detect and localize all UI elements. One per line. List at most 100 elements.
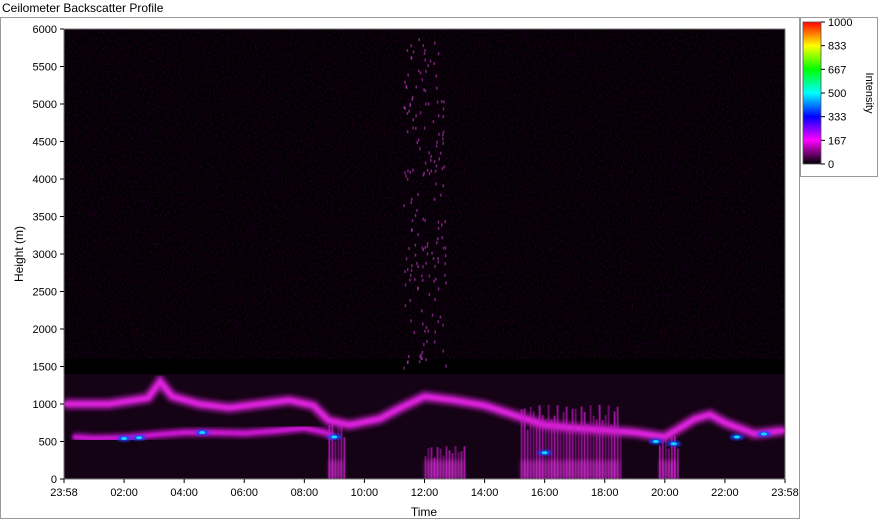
noise-speckle (444, 262, 446, 266)
x-tick-label: 14:00 (471, 487, 499, 499)
noise-speckle (435, 164, 438, 168)
noise-speckle (445, 364, 447, 368)
high-intensity-core (652, 440, 659, 443)
noise-speckle (442, 130, 445, 134)
noise-speckle (406, 177, 409, 181)
noise-speckle (428, 151, 430, 155)
noise-speckle (443, 100, 445, 104)
y-tick-label: 4500 (33, 137, 57, 149)
noise-speckle (426, 242, 429, 245)
noise-speckle (424, 89, 427, 93)
noise-speckle (414, 277, 416, 281)
noise-speckle (426, 244, 429, 248)
noise-speckle (419, 147, 421, 151)
noise-speckle (407, 268, 409, 272)
high-intensity-core (199, 431, 206, 434)
y-tick-label: 6000 (33, 24, 57, 36)
noise-speckle (431, 313, 434, 317)
noise-speckle (423, 126, 426, 130)
noise-speckle (440, 193, 442, 197)
noise-speckle (407, 169, 409, 173)
noise-speckle (444, 220, 446, 224)
noise-speckle (434, 264, 436, 268)
noise-speckle (415, 114, 417, 118)
noise-speckle (405, 257, 408, 261)
noise-speckle (436, 140, 438, 144)
x-tick-label: 23:58 (771, 487, 799, 499)
noise-speckle (421, 274, 423, 278)
noise-speckle (405, 84, 407, 88)
precip-core (520, 460, 620, 479)
noise-speckle (436, 241, 438, 245)
noise-speckle (417, 138, 420, 142)
noise-speckle (417, 193, 419, 196)
precip-core (658, 460, 677, 479)
noise-speckle (433, 160, 436, 164)
noise-speckle (434, 41, 436, 45)
y-tick-label: 3000 (33, 249, 57, 261)
noise-speckle (406, 112, 409, 115)
noise-speckle (421, 246, 424, 250)
noise-speckle (403, 204, 405, 208)
noise-speckle (410, 56, 413, 60)
noise-speckle (406, 130, 409, 134)
noise-speckle (409, 299, 411, 302)
noise-speckle (439, 151, 442, 155)
noise-speckle (437, 260, 440, 264)
noise-speckle (425, 326, 428, 329)
noise-speckle (411, 197, 413, 201)
noise-speckle (436, 86, 438, 90)
colorbar-ticks: 0 167 333 500 667 833 1000 (821, 17, 852, 171)
noise-speckle (415, 85, 417, 89)
fall-streak (619, 429, 622, 479)
noise-speckle (420, 356, 422, 360)
noise-speckle (412, 50, 415, 54)
noise-speckle (416, 262, 418, 265)
high-intensity-core (136, 436, 143, 440)
colorbar-label: Intensity (863, 73, 875, 114)
fall-streak (463, 446, 466, 479)
noise-speckle (404, 283, 407, 287)
noise-speckle (410, 44, 412, 48)
noise-speckle (437, 220, 440, 224)
noise-speckle (413, 331, 416, 335)
noise-speckle (433, 197, 436, 201)
colorbar-tick-label: 0 (828, 159, 834, 171)
noise-speckle (404, 171, 406, 175)
noise-speckle (425, 261, 427, 265)
precip-core (424, 460, 464, 479)
y-tick-label: 3500 (33, 212, 57, 224)
noise-speckle (418, 38, 420, 41)
noise-speckle (425, 102, 427, 106)
noise-speckle (418, 360, 421, 364)
noise-speckle (442, 246, 445, 250)
noise-speckle (414, 213, 417, 217)
high-intensity-core (733, 435, 740, 439)
noise-speckle (403, 366, 405, 370)
high-intensity-core (760, 432, 767, 436)
noise-speckle (408, 109, 410, 113)
noise-speckle (409, 278, 411, 282)
noise-speckle (441, 100, 443, 103)
noise-speckle (438, 157, 440, 161)
noise-speckle (424, 49, 426, 53)
noise-speckle (419, 71, 422, 75)
y-axis: 0 500 1000 1500 2000 2500 3000 3500 4000 4500 5000… (33, 24, 64, 486)
noise-speckle (434, 298, 436, 302)
noise-speckle (418, 69, 420, 73)
chart-svg: 0500100015002000250030003500400045005000… (12, 17, 875, 519)
noise-speckle (441, 167, 444, 171)
noise-speckle (425, 358, 427, 362)
x-tick-label: 08:00 (291, 487, 319, 499)
colorbar (802, 21, 822, 165)
precip-core (328, 460, 344, 479)
noise-speckle (442, 349, 444, 353)
y-tick-label: 1500 (33, 362, 57, 374)
noise-speckle (417, 265, 419, 268)
heatmap-plot-area (64, 29, 785, 479)
noise-speckle (416, 141, 418, 144)
noise-speckle (424, 218, 426, 222)
x-tick-label: 06:00 (230, 487, 258, 499)
noise-speckle (436, 100, 439, 104)
x-tick-label: 23:58 (50, 487, 78, 499)
